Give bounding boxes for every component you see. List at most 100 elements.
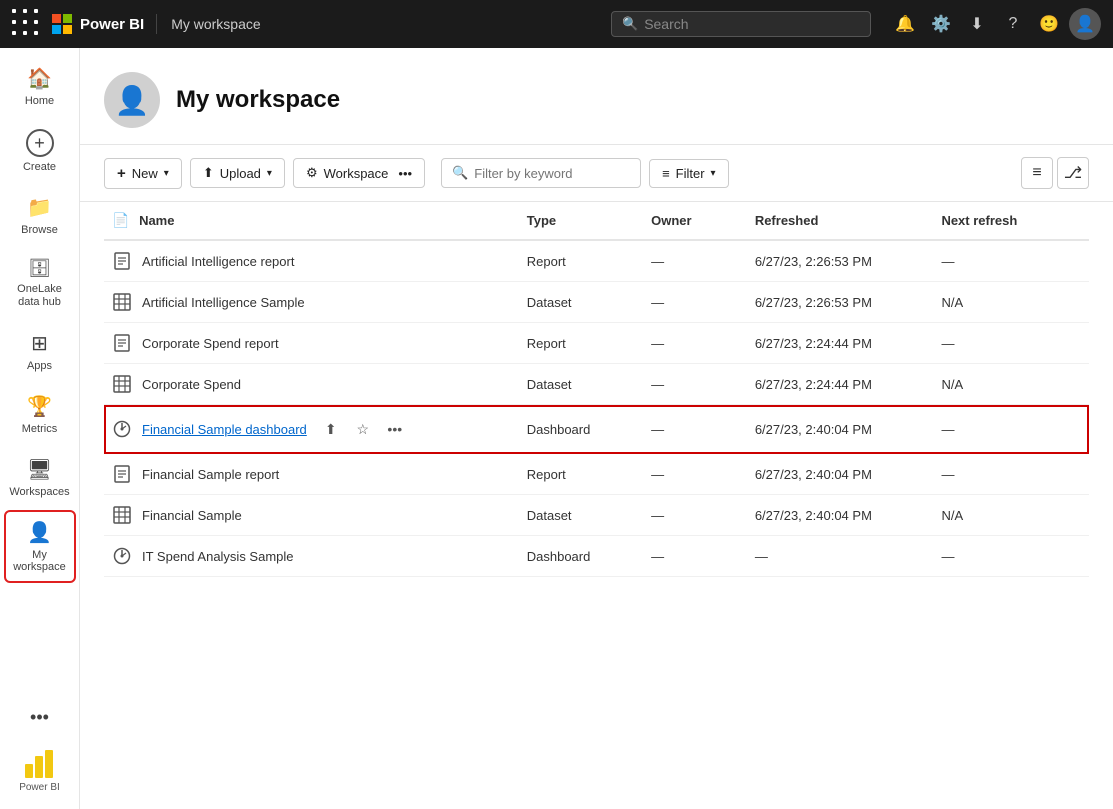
col-header-next-refresh[interactable]: Next refresh: [933, 202, 1089, 240]
main-content: 👤 My workspace + New ▾ ⬆ Upload ▾ ⚙ Work…: [80, 48, 1113, 809]
sidebar-item-browse[interactable]: 📁 Browse: [4, 185, 76, 246]
filter-label: Filter: [676, 166, 705, 181]
cell-next-refresh: N/A: [933, 495, 1089, 536]
upload-icon: ⬆: [203, 165, 214, 181]
download-icon[interactable]: ⬇: [961, 8, 993, 40]
sidebar-label-apps: Apps: [27, 360, 52, 372]
cell-refreshed: 6/27/23, 2:40:04 PM: [747, 454, 934, 495]
cell-owner: —: [643, 536, 747, 577]
cell-type: Report: [519, 454, 643, 495]
row-type-icon: [112, 251, 132, 271]
workspaces-icon: 🖥: [27, 457, 52, 482]
share-action-button[interactable]: ⬆: [317, 415, 345, 443]
top-navigation: Power BI My workspace 🔍 🔔 ⚙️ ⬇ ? 🙂 👤: [0, 0, 1113, 48]
table-row: IT Spend Analysis Sample Dashboard — — —: [104, 536, 1089, 577]
col-header-name[interactable]: 📄 Name: [104, 202, 519, 240]
powerbi-label: Power BI: [19, 782, 60, 793]
sidebar-item-home[interactable]: 🏠 Home: [4, 56, 76, 117]
feedback-icon[interactable]: 🙂: [1033, 8, 1065, 40]
filter-lines-icon: ≡: [662, 166, 670, 181]
workspace-header: 👤 My workspace: [80, 48, 1113, 145]
sidebar-more-button[interactable]: •••: [4, 701, 76, 734]
cell-next-refresh: —: [933, 454, 1089, 495]
cell-refreshed: 6/27/23, 2:24:44 PM: [747, 364, 934, 405]
body-layout: 🏠 Home + Create 📁 Browse 🗄 OneLake data …: [0, 48, 1113, 809]
sidebar-item-my-workspace[interactable]: 👤 My workspace: [4, 510, 76, 583]
row-type-icon: [112, 546, 132, 566]
favorite-action-button[interactable]: ☆: [349, 415, 377, 443]
cell-owner: —: [643, 405, 747, 454]
cell-type: Dashboard: [519, 536, 643, 577]
powerbi-logo-icon: [21, 746, 57, 782]
row-type-icon: [112, 464, 132, 484]
table-row: Artificial Intelligence Sample Dataset —…: [104, 282, 1089, 323]
cell-type: Dataset: [519, 282, 643, 323]
sidebar-label-my-workspace: My workspace: [10, 549, 70, 573]
cell-name: Financial Sample: [104, 495, 519, 536]
workspace-title: My workspace: [176, 86, 340, 114]
cell-name: Corporate Spend report: [104, 323, 519, 364]
sidebar-label-create: Create: [23, 161, 56, 173]
sidebar-label-home: Home: [25, 95, 54, 107]
item-name: Artificial Intelligence Sample: [142, 295, 305, 310]
search-input[interactable]: [644, 16, 860, 32]
filter-keyword-input[interactable]: [474, 166, 630, 181]
col-header-owner[interactable]: Owner: [643, 202, 747, 240]
item-name: Corporate Spend report: [142, 336, 279, 351]
home-icon: 🏠: [27, 66, 52, 91]
upload-button[interactable]: ⬆ Upload ▾: [190, 158, 285, 188]
col-header-refreshed[interactable]: Refreshed: [747, 202, 934, 240]
col-header-type[interactable]: Type: [519, 202, 643, 240]
cell-name: Artificial Intelligence report: [104, 240, 519, 282]
cell-type: Report: [519, 323, 643, 364]
workspace-button[interactable]: ⚙ Workspace •••: [293, 158, 425, 188]
filter-chevron-icon: ▾: [711, 168, 716, 179]
items-table-container: 📄 Name Type Owner Refreshed Next refresh…: [80, 202, 1113, 809]
sidebar: 🏠 Home + Create 📁 Browse 🗄 OneLake data …: [0, 48, 80, 809]
cell-name: Financial Sample report: [104, 454, 519, 495]
help-icon[interactable]: ?: [997, 8, 1029, 40]
my-workspace-icon: 👤: [27, 520, 52, 545]
cell-next-refresh: —: [933, 536, 1089, 577]
table-row: Financial Sample dashboard ⬆ ☆ ••• Dashb…: [104, 405, 1089, 454]
item-name: Artificial Intelligence report: [142, 254, 294, 269]
more-action-button[interactable]: •••: [381, 415, 409, 443]
filter-search-box[interactable]: 🔍: [441, 158, 641, 188]
global-search-box[interactable]: 🔍: [611, 11, 871, 37]
cell-name: Corporate Spend: [104, 364, 519, 405]
table-body: Artificial Intelligence report Report — …: [104, 240, 1089, 577]
workspace-breadcrumb: My workspace: [171, 16, 260, 32]
apps-grid-icon[interactable]: [12, 9, 42, 39]
cell-owner: —: [643, 364, 747, 405]
cell-owner: —: [643, 495, 747, 536]
item-name: IT Spend Analysis Sample: [142, 549, 294, 564]
list-view-button[interactable]: ≡: [1021, 157, 1053, 189]
sidebar-item-workspaces[interactable]: 🖥 Workspaces: [4, 447, 76, 508]
notifications-icon[interactable]: 🔔: [889, 8, 921, 40]
filter-button[interactable]: ≡ Filter ▾: [649, 159, 729, 188]
sidebar-item-apps[interactable]: ⊞ Apps: [4, 321, 76, 382]
sidebar-label-onelake: OneLake data hub: [10, 283, 70, 309]
cell-owner: —: [643, 454, 747, 495]
sidebar-item-create[interactable]: + Create: [4, 119, 76, 183]
create-icon: +: [26, 129, 54, 157]
table-row: Corporate Spend report Report — 6/27/23,…: [104, 323, 1089, 364]
workspace-gear-icon: ⚙: [306, 165, 318, 181]
cell-refreshed: 6/27/23, 2:40:04 PM: [747, 405, 934, 454]
settings-icon[interactable]: ⚙️: [925, 8, 957, 40]
sidebar-item-onelake[interactable]: 🗄 OneLake data hub: [4, 248, 76, 319]
browse-icon: 📁: [27, 195, 52, 220]
items-table: 📄 Name Type Owner Refreshed Next refresh…: [104, 202, 1089, 577]
grid-view-button[interactable]: ⎇: [1057, 157, 1089, 189]
sidebar-item-metrics[interactable]: 🏆 Metrics: [4, 384, 76, 445]
row-type-icon: [112, 374, 132, 394]
user-avatar[interactable]: 👤: [1069, 8, 1101, 40]
cell-next-refresh: —: [933, 240, 1089, 282]
row-type-icon: [112, 419, 132, 439]
workspace-avatar: 👤: [104, 72, 160, 128]
app-name: Power BI: [80, 16, 144, 33]
cell-name: Artificial Intelligence Sample: [104, 282, 519, 323]
new-button[interactable]: + New ▾: [104, 158, 182, 189]
item-link[interactable]: Financial Sample dashboard: [142, 422, 307, 437]
new-label: New: [132, 166, 158, 181]
